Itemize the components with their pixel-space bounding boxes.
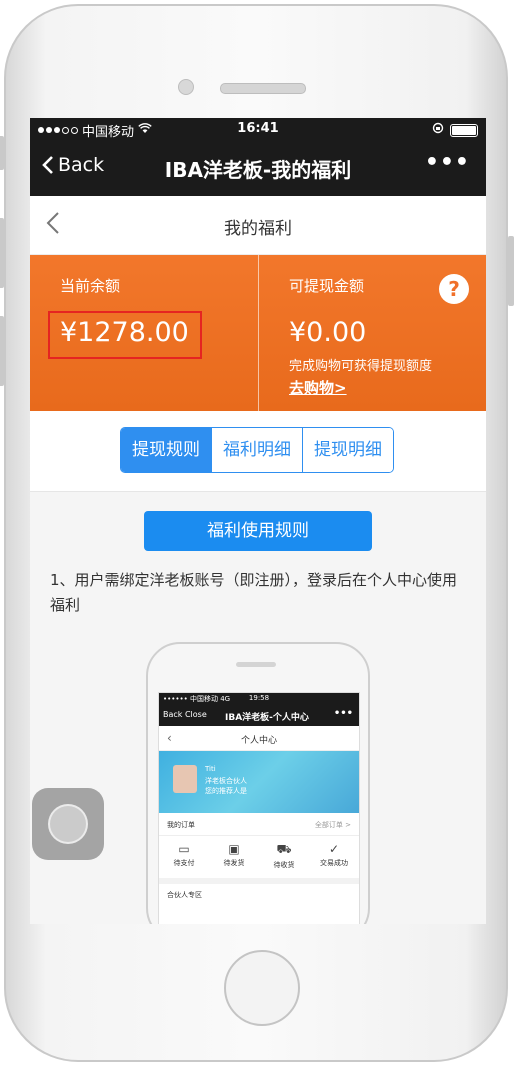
mini-order-item: ⛟ 待收货 [259,836,309,878]
current-balance-section: 当前余额 ¥1278.00 [30,255,257,411]
mini-header: ‹ 个人中心 [159,726,359,751]
mini-order-item: ▭ 待支付 [159,836,209,878]
status-bar: 中国移动 16:41 [30,118,486,140]
earpiece-speaker [220,83,306,94]
check-circle-icon: ✓ [328,842,340,856]
power-button [508,236,514,306]
tab-withdraw-details[interactable]: 提现明细 [302,428,393,472]
mini-user-ref: 您的推荐人是 [205,787,247,795]
clock: 16:41 [237,121,279,136]
mini-order-label: 待支付 [173,859,195,867]
rotation-lock-icon [432,122,444,138]
mini-order-item: ▣ 待发货 [209,836,259,878]
home-button[interactable] [224,950,300,1026]
assistive-touch-button[interactable] [32,788,104,860]
mini-user-name: Titi [205,765,216,773]
box-icon: ▣ [228,842,240,856]
welfare-rules-button[interactable]: 福利使用规则 [144,511,372,551]
withdrawable-amount: ¥0.00 [289,317,367,348]
current-balance-label: 当前余额 [60,277,121,295]
tab-withdraw-rules[interactable]: 提现规则 [121,428,211,472]
tab-welfare-details[interactable]: 福利明细 [211,428,302,472]
current-balance-amount: ¥1278.00 [60,317,189,348]
mini-order-label: 交易成功 [320,859,348,867]
mini-order-icons: ▭ 待支付 ▣ 待发货 ⛟ 待收货 ✓ 交易成功 [159,836,359,884]
withdrawable-section: 可提现金额 ? ¥0.00 完成购物可获得提现额度 去购物> [258,255,486,411]
mute-switch [0,136,4,170]
mini-all-orders: 全部订单 > [314,821,351,829]
page-header: 我的福利 [30,196,486,255]
mini-status-time: 19:58 [248,694,270,702]
tabs-area: 提现规则 福利明细 提现明细 [30,411,486,492]
front-camera [178,79,194,95]
balance-panel: 当前余额 ¥1278.00 可提现金额 ? ¥0.00 完成购物可获得提现额度 … [30,255,486,411]
mini-nav-title: IBA洋老板-个人中心 [225,713,309,723]
truck-icon: ⛟ [276,842,292,856]
mini-nav-more: ••• [333,708,353,719]
mini-speaker [236,662,276,667]
nav-title: IBA洋老板-我的福利 [164,158,352,182]
mini-screen: •••••• 中国移动 4G 19:58 Back Close IBA洋老板-个… [158,692,360,924]
mini-avatar [173,765,197,793]
withdraw-hint: 完成购物可获得提现额度 [289,359,433,374]
mini-order-label: 待收货 [273,861,295,869]
segmented-tabs: 提现规则 福利明细 提现明细 [120,427,394,473]
app-navbar: Back IBA洋老板-我的福利 ••• [30,140,486,196]
mini-status-bar: •••••• 中国移动 4G 19:58 [159,693,359,704]
mini-order-item: ✓ 交易成功 [309,836,359,878]
mini-user-role: 洋老板合伙人 [205,777,247,785]
page-title: 我的福利 [224,219,292,239]
mini-navbar: Back Close IBA洋老板-个人中心 ••• [159,704,359,726]
mini-orders-label: 我的订单 [167,821,195,829]
help-icon[interactable]: ? [439,274,469,304]
rules-content: 福利使用规则 1、用户需绑定洋老板账号（即注册），登录后在个人中心使用福利 ••… [30,492,486,924]
mini-orders-row: 我的订单 全部订单 > [159,813,359,836]
volume-down-button [0,316,4,386]
mini-order-label: 待发货 [223,859,245,867]
example-screenshot: •••••• 中国移动 4G 19:58 Back Close IBA洋老板-个… [146,642,370,924]
wallet-icon: ▭ [178,842,190,856]
withdrawable-label: 可提现金额 [289,277,365,295]
volume-up-button [0,218,4,288]
mini-nav-left: Back Close [163,710,207,719]
more-menu-button[interactable]: ••• [425,150,470,175]
mini-partner-section: 合伙人专区 [167,891,202,899]
go-shopping-link[interactable]: 去购物> [289,377,347,398]
battery-icon [450,123,478,137]
mini-profile-banner: Titi 洋老板合伙人 您的推荐人是 [159,751,359,813]
rule-text: 1、用户需绑定洋老板账号（即注册），登录后在个人中心使用福利 [50,571,458,614]
mini-header-title: 个人中心 [240,736,277,746]
